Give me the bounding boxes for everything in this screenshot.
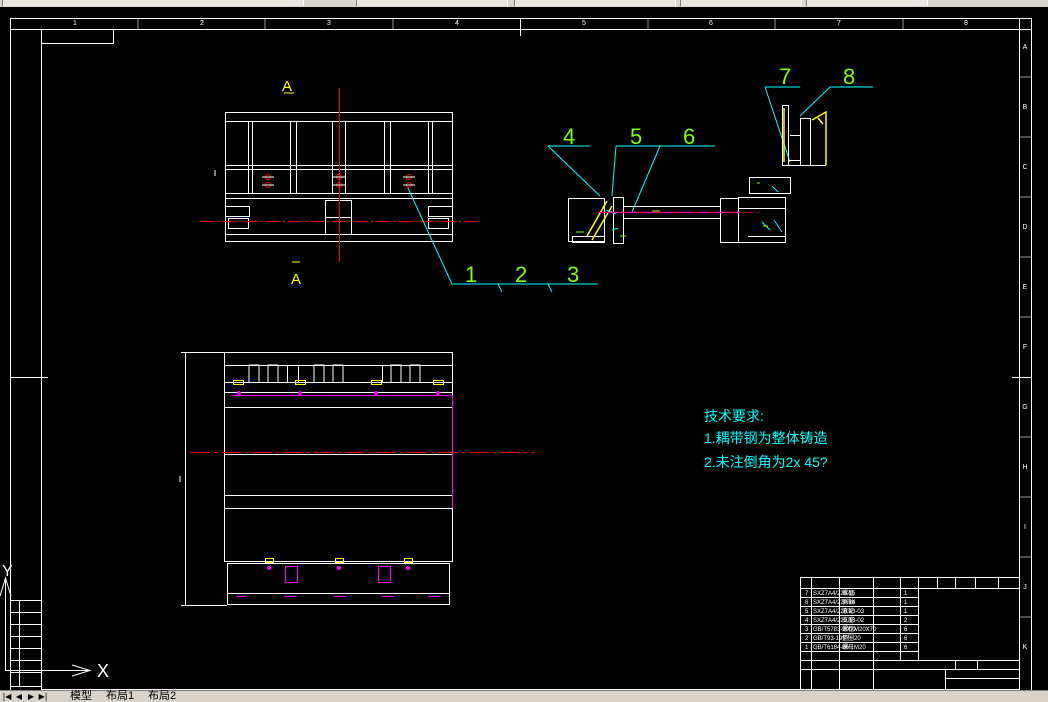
ucs-icon: Y X (0, 563, 109, 681)
bom-no: 2 (805, 636, 809, 642)
tech-req-title: 技术要求: (704, 408, 764, 424)
bom-no: 5 (805, 609, 809, 615)
column-label: 1 (73, 20, 77, 27)
tab-next-icon[interactable]: ▶ (26, 692, 36, 701)
section-mark-top: A (282, 78, 292, 95)
balloon-labels: 1 2 3 4 5 6 7 8 (465, 64, 855, 287)
tech-req-line-1: 1.耦带钢为整体铸造 (704, 430, 828, 446)
tab-prev-icon[interactable]: ◀ (14, 692, 24, 701)
drawing-frame (10, 18, 1032, 690)
lineweight-dropdown[interactable] (806, 0, 928, 6)
bom-no: 7 (805, 591, 809, 597)
tab-model[interactable]: 模型 (70, 691, 92, 702)
row-label: D (1022, 224, 1027, 231)
bom-qty: 6 (904, 645, 908, 651)
row-label: J (1023, 584, 1027, 591)
layout-tab-bar: |◀ ◀ ▶ ▶| 模型 布局1 布局2 (0, 690, 1048, 702)
section-view[interactable] (547, 86, 873, 244)
balloon-6: 6 (683, 124, 695, 149)
bom-qty: 1 (904, 591, 908, 597)
balloon-8: 8 (843, 64, 855, 89)
layer-dropdown[interactable] (356, 0, 508, 6)
row-label: C (1022, 164, 1027, 171)
balloon-3: 3 (567, 262, 579, 287)
balloon-7: 7 (779, 64, 791, 89)
front-view[interactable]: A A (200, 78, 480, 288)
bom-no: 1 (805, 645, 809, 651)
tab-layout2[interactable]: 布局2 (148, 691, 176, 702)
row-label: G (1022, 404, 1027, 411)
tech-req-line-2: 2.未注倒角为2x 45? (704, 454, 828, 470)
column-label: 7 (837, 20, 841, 27)
bom-name: 螺母M20 (842, 643, 866, 651)
ucs-x-label: X (97, 661, 109, 681)
technical-requirements[interactable]: 技术要求: 1.耦带钢为整体铸造 2.未注倒角为2x 45? (704, 408, 828, 470)
top-view[interactable] (179, 352, 535, 606)
balloon-2: 2 (515, 262, 527, 287)
tab-first-icon[interactable]: |◀ (2, 692, 12, 701)
drawing-canvas[interactable]: 1 2 3 4 5 6 7 8 A B C D E F G H I J K A … (0, 7, 1048, 690)
bom-name: 垫圈20 (842, 634, 861, 642)
bom-name: 支座 (842, 616, 854, 624)
bom-qty: 1 (904, 600, 908, 606)
bom-name: 滚轮 (842, 607, 854, 615)
row-label: A (1023, 44, 1028, 51)
bom-qty: 6 (904, 636, 908, 642)
ucs-y-label: Y (2, 563, 13, 580)
parts-list[interactable]: 7 SXZ7A4/220.15 螺栓 1 6 SXZ7A4/220.14 销轴 … (800, 577, 1020, 690)
row-label: I (1024, 524, 1026, 531)
bom-name: 螺栓 (842, 589, 854, 597)
balloon-5: 5 (630, 124, 642, 149)
row-label: E (1023, 284, 1028, 291)
balloon-4: 4 (563, 124, 575, 149)
toolbar-segment[interactable] (2, 0, 304, 6)
bom-code: SXZ7A4/220.13-02 (813, 618, 865, 624)
column-label: 4 (455, 20, 459, 27)
tab-layout1[interactable]: 布局1 (106, 691, 134, 702)
column-label: 3 (327, 20, 331, 27)
toolbar-strip (0, 0, 1048, 7)
bom-no: 3 (805, 627, 809, 633)
column-label: 5 (582, 20, 586, 27)
row-label: K (1023, 644, 1028, 651)
row-label: B (1023, 104, 1028, 111)
bom-qty: 1 (904, 609, 908, 615)
color-dropdown[interactable] (514, 0, 676, 6)
bom-no: 4 (805, 618, 809, 624)
bom-code: SXZ7A4/220.13-03 (813, 609, 865, 615)
balloon-1: 1 (465, 262, 477, 287)
row-label: F (1023, 344, 1027, 351)
section-mark-bottom: A (291, 271, 301, 288)
column-label: 2 (200, 20, 204, 27)
tab-last-icon[interactable]: ▶| (38, 692, 48, 701)
revision-box (10, 600, 42, 687)
row-label: H (1022, 464, 1027, 471)
bom-no: 6 (805, 600, 809, 606)
frame-zone-labels: 1 2 3 4 5 6 7 8 A B C D E F G H I J K (73, 20, 1028, 651)
bom-qty: 6 (904, 627, 908, 633)
bom-qty: 2 (904, 618, 908, 624)
linetype-dropdown[interactable] (680, 0, 802, 6)
bom-name: 销轴 (842, 598, 854, 606)
bom-name: 螺栓M20X70 (842, 625, 877, 633)
column-label: 6 (709, 20, 713, 27)
column-label: 8 (964, 20, 968, 27)
